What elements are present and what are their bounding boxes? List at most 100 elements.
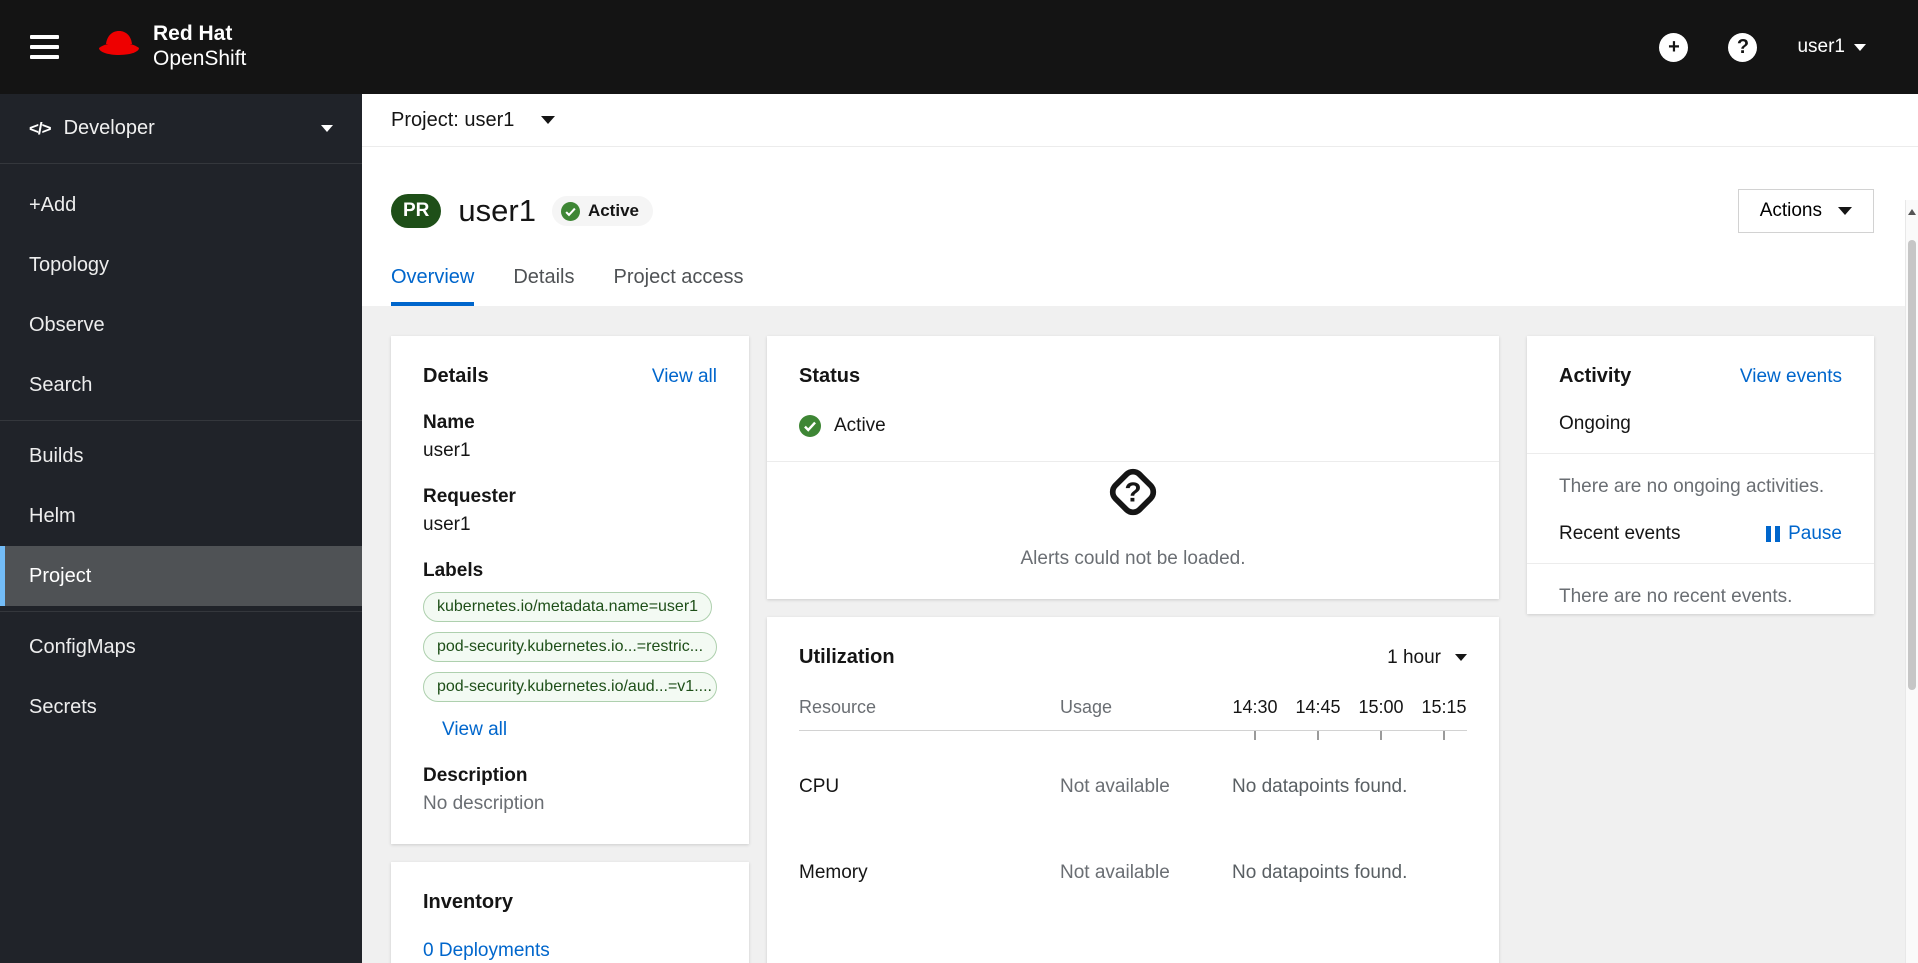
duration-dropdown[interactable]: 1 hour	[1387, 647, 1467, 669]
time-axis-ticks	[1232, 731, 1467, 740]
logo-text: Red Hat OpenShift	[153, 22, 246, 72]
masthead-toolbar: + ? user1	[1659, 32, 1866, 62]
time-tick-label: 14:45	[1295, 697, 1341, 717]
tabs: Overview Details Project access	[391, 266, 1874, 306]
sidebar-item-configmaps[interactable]: ConfigMaps	[0, 617, 362, 677]
label-chip[interactable]: kubernetes.io/metadata.name=user1	[423, 592, 713, 622]
actions-button[interactable]: Actions	[1737, 189, 1874, 233]
chevron-down-icon	[1854, 43, 1866, 51]
alerts-empty-state: ? Alerts could not be loaded.	[799, 462, 1467, 570]
time-tick-label: 15:00	[1358, 697, 1404, 717]
check-circle-icon	[799, 415, 821, 437]
sidebar-item-label: ConfigMaps	[29, 635, 136, 658]
details-card: Details View all Name user1 Requester us…	[391, 336, 749, 844]
pause-button-label: Pause	[1788, 523, 1842, 544]
scrollbar-thumb[interactable]	[1908, 240, 1916, 690]
overview-dashboard: Details View all Name user1 Requester us…	[362, 306, 1918, 963]
utilization-header-row: Resource Usage 14:30 14:45 15:00 15:15	[799, 697, 1467, 718]
sidebar-item-label: Observe	[29, 313, 105, 336]
sidebar-item-label: Project	[29, 564, 92, 587]
resource-name: Memory	[799, 862, 868, 883]
sidebar-divider	[0, 420, 362, 421]
chevron-down-icon	[1455, 654, 1467, 661]
sidebar-item-label: Search	[29, 373, 93, 396]
user-menu[interactable]: user1	[1797, 36, 1866, 58]
ongoing-empty-message: There are no ongoing activities.	[1559, 476, 1825, 497]
page-title: user1	[458, 193, 536, 228]
status-badge: Active	[551, 196, 653, 226]
ongoing-section-header: Ongoing	[1559, 413, 1842, 435]
view-events-link[interactable]: View events	[1740, 366, 1842, 388]
labels-view-all-link[interactable]: View all	[442, 719, 507, 741]
left-column: Details View all Name user1 Requester us…	[391, 336, 749, 963]
perspective-switcher[interactable]: </> Developer	[0, 94, 362, 164]
perspective-label: Developer	[63, 117, 155, 139]
time-tick-label: 14:30	[1232, 697, 1278, 717]
vertical-scrollbar[interactable]	[1905, 200, 1918, 963]
project-selector-label: Project: user1	[391, 108, 515, 131]
time-axis	[799, 730, 1467, 740]
logo-line2: OpenShift	[153, 47, 247, 70]
ongoing-label: Ongoing	[1559, 413, 1631, 434]
sidebar-item-label: Helm	[29, 504, 76, 527]
deployments-link[interactable]: 0 Deployments	[423, 940, 717, 962]
sidebar-item-builds[interactable]: Builds	[0, 426, 362, 486]
sidebar-item-label: Builds	[29, 444, 84, 467]
sidebar-item-secrets[interactable]: Secrets	[0, 677, 362, 737]
resource-name: CPU	[799, 776, 840, 797]
scrollbar-up-arrow-icon[interactable]	[1908, 209, 1916, 215]
sidebar-item-search[interactable]: Search	[0, 355, 362, 415]
openshift-console: Red Hat OpenShift + ? user1 </> Develope…	[0, 0, 1918, 963]
sidebar-item-add[interactable]: +Add	[0, 175, 362, 235]
divider	[1527, 453, 1874, 454]
menu-toggle-icon[interactable]	[30, 35, 59, 59]
actions-button-label: Actions	[1759, 200, 1822, 221]
layout: </> Developer +Add Topology Observe Sear…	[0, 94, 1918, 963]
label-chip[interactable]: pod-security.kubernetes.io/aud...=v1....	[423, 672, 717, 702]
tab-project-access[interactable]: Project access	[614, 266, 744, 306]
status-card-title: Status	[799, 365, 861, 387]
redhat-openshift-logo: Red Hat OpenShift	[96, 22, 246, 72]
chevron-down-icon	[321, 125, 333, 132]
tab-label: Overview	[391, 266, 475, 288]
resource-column-header: Resource	[799, 697, 877, 717]
sidebar-nav: +Add Topology Observe Search Builds Helm…	[0, 164, 362, 737]
alerts-message: Alerts could not be loaded.	[1020, 548, 1246, 569]
resource-usage: Not available	[1060, 862, 1170, 883]
usage-column-header: Usage	[1060, 697, 1113, 717]
sidebar-item-project[interactable]: Project	[0, 546, 362, 606]
status-active-row: Active	[799, 415, 1467, 437]
details-view-all-link[interactable]: View all	[652, 366, 717, 388]
utilization-card-title: Utilization	[799, 646, 895, 668]
help-icon[interactable]: ?	[1728, 32, 1758, 62]
utilization-row-memory: Memory Not available No datapoints found…	[799, 862, 1467, 884]
details-card-title: Details	[423, 365, 489, 387]
status-badge-label: Active	[587, 201, 639, 220]
recent-events-empty-message: There are no recent events.	[1559, 586, 1793, 607]
name-label: Name	[423, 412, 475, 433]
user-menu-label: user1	[1797, 36, 1845, 57]
label-chip[interactable]: pod-security.kubernetes.io...=restric...	[423, 632, 717, 662]
masthead: Red Hat OpenShift + ? user1	[0, 0, 1918, 94]
time-tick-label: 15:15	[1421, 697, 1467, 717]
add-circle-icon[interactable]: +	[1659, 32, 1689, 62]
sidebar-item-helm[interactable]: Helm	[0, 486, 362, 546]
project-selector[interactable]: Project: user1	[362, 94, 1918, 147]
divider	[1527, 563, 1874, 564]
tab-details[interactable]: Details	[513, 266, 574, 306]
tab-overview[interactable]: Overview	[391, 266, 475, 306]
resource-chart-message: No datapoints found.	[1232, 862, 1408, 883]
tab-label: Project access	[613, 266, 744, 288]
center-column: Status Active ? Alerts could not be load…	[767, 336, 1499, 963]
status-card: Status Active ? Alerts could not be load…	[767, 336, 1499, 599]
status-active-label: Active	[834, 415, 886, 436]
sidebar-item-label: +Add	[29, 193, 77, 216]
sidebar-item-observe[interactable]: Observe	[0, 295, 362, 355]
duration-label: 1 hour	[1387, 646, 1441, 668]
sidebar-item-topology[interactable]: Topology	[0, 235, 362, 295]
chevron-down-icon	[541, 116, 556, 124]
description-value: No description	[423, 793, 545, 814]
recent-events-section-header: Recent events Pause	[1559, 523, 1842, 545]
pause-button[interactable]: Pause	[1766, 523, 1842, 545]
requester-label: Requester	[423, 486, 516, 507]
